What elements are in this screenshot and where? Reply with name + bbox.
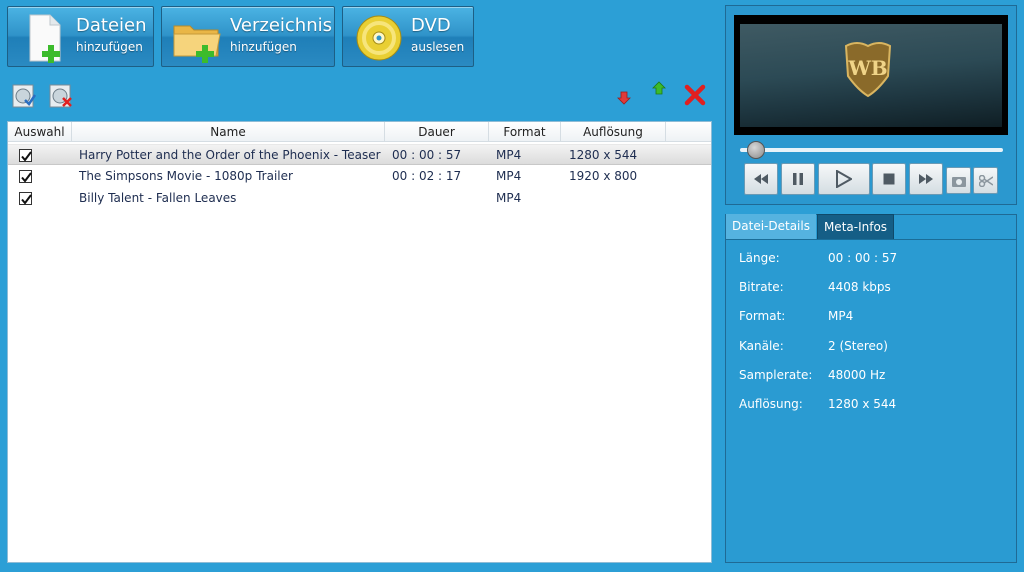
- list-row[interactable]: The Simpsons Movie - 1080p Trailer 00 : …: [8, 166, 711, 187]
- row-format: MP4: [496, 191, 522, 205]
- row-name: The Simpsons Movie - 1080p Trailer: [79, 169, 293, 183]
- row-checkbox[interactable]: [19, 192, 32, 205]
- pause-button[interactable]: [781, 163, 815, 195]
- detail-label: Kanäle:: [739, 339, 784, 353]
- scissors-icon: [978, 174, 993, 187]
- column-header-resolution[interactable]: Auflösung: [561, 122, 666, 142]
- tab-divider: [726, 239, 1016, 240]
- snapshot-button[interactable]: [946, 167, 971, 194]
- cut-button[interactable]: [973, 167, 998, 194]
- column-header-format[interactable]: Format: [489, 122, 561, 142]
- add-files-title: Dateien: [76, 15, 147, 36]
- row-checkbox[interactable]: [19, 149, 32, 162]
- detail-value: 1280 x 544: [828, 397, 897, 411]
- row-duration: 00 : 00 : 57: [392, 148, 462, 162]
- stop-button[interactable]: [872, 163, 906, 195]
- detail-label: Länge:: [739, 251, 780, 265]
- add-folder-icon: [172, 12, 224, 64]
- add-directory-title: Verzeichnis: [230, 15, 333, 36]
- read-dvd-subtitle: auslesen: [411, 40, 465, 54]
- tab-file-details[interactable]: Datei-Details: [726, 214, 816, 240]
- list-header: Auswahl Name Dauer Format Auflösung: [8, 122, 711, 142]
- rewind-icon: [754, 174, 768, 184]
- stop-icon: [883, 173, 895, 185]
- list-row[interactable]: Billy Talent - Fallen Leaves MP4: [8, 188, 711, 209]
- pause-icon: [793, 173, 803, 185]
- row-name: Harry Potter and the Order of the Phoeni…: [79, 148, 381, 162]
- row-duration: 00 : 02 : 17: [392, 169, 462, 183]
- detail-value: MP4: [828, 309, 854, 323]
- detail-value: 4408 kbps: [828, 280, 891, 294]
- row-format: MP4: [496, 169, 522, 183]
- detail-label: Samplerate:: [739, 368, 813, 382]
- read-dvd-button[interactable]: DVD auslesen: [342, 6, 474, 67]
- add-files-button[interactable]: Dateien hinzufügen: [7, 6, 154, 67]
- select-all-icon[interactable]: [11, 83, 37, 109]
- row-name: Billy Talent - Fallen Leaves: [79, 191, 237, 205]
- read-dvd-title: DVD: [411, 15, 451, 36]
- fast-forward-icon: [919, 174, 933, 184]
- row-resolution: 1280 x 544: [569, 148, 638, 162]
- details-panel: [725, 214, 1017, 563]
- video-preview[interactable]: WB: [734, 15, 1008, 135]
- camera-icon: [951, 176, 966, 187]
- detail-label: Format:: [739, 309, 786, 323]
- move-up-icon[interactable]: [651, 80, 667, 96]
- seek-handle[interactable]: [747, 141, 765, 159]
- fast-forward-button[interactable]: [909, 163, 943, 195]
- add-files-subtitle: hinzufügen: [76, 40, 143, 54]
- play-button[interactable]: [818, 163, 870, 195]
- play-icon: [836, 170, 852, 188]
- row-format: MP4: [496, 148, 522, 162]
- deselect-all-icon[interactable]: [48, 83, 74, 109]
- column-header-name[interactable]: Name: [72, 122, 385, 142]
- detail-value: 2 (Stereo): [828, 339, 888, 353]
- rewind-button[interactable]: [744, 163, 778, 195]
- video-frame: WB: [740, 24, 1002, 127]
- column-header-duration[interactable]: Dauer: [385, 122, 489, 142]
- detail-value: 48000 Hz: [828, 368, 886, 382]
- tab-meta-info[interactable]: Meta-Infos: [817, 214, 894, 240]
- seek-track[interactable]: [740, 148, 1003, 152]
- add-file-icon: [18, 12, 70, 64]
- svg-text:WB: WB: [847, 56, 887, 80]
- row-resolution: 1920 x 800: [569, 169, 638, 183]
- detail-label: Bitrate:: [739, 280, 784, 294]
- detail-label: Auflösung:: [739, 397, 803, 411]
- wb-shield-logo: WB: [844, 42, 892, 98]
- dvd-icon: [353, 12, 405, 64]
- file-list: Auswahl Name Dauer Format Auflösung Harr…: [7, 121, 712, 563]
- delete-icon[interactable]: [683, 83, 707, 107]
- add-directory-subtitle: hinzufügen: [230, 40, 297, 54]
- move-down-icon[interactable]: [616, 90, 632, 106]
- row-checkbox[interactable]: [19, 170, 32, 183]
- add-directory-button[interactable]: Verzeichnis hinzufügen: [161, 6, 335, 67]
- detail-value: 00 : 00 : 57: [828, 251, 898, 265]
- list-row[interactable]: Harry Potter and the Order of the Phoeni…: [8, 144, 711, 165]
- column-header-select[interactable]: Auswahl: [8, 122, 72, 142]
